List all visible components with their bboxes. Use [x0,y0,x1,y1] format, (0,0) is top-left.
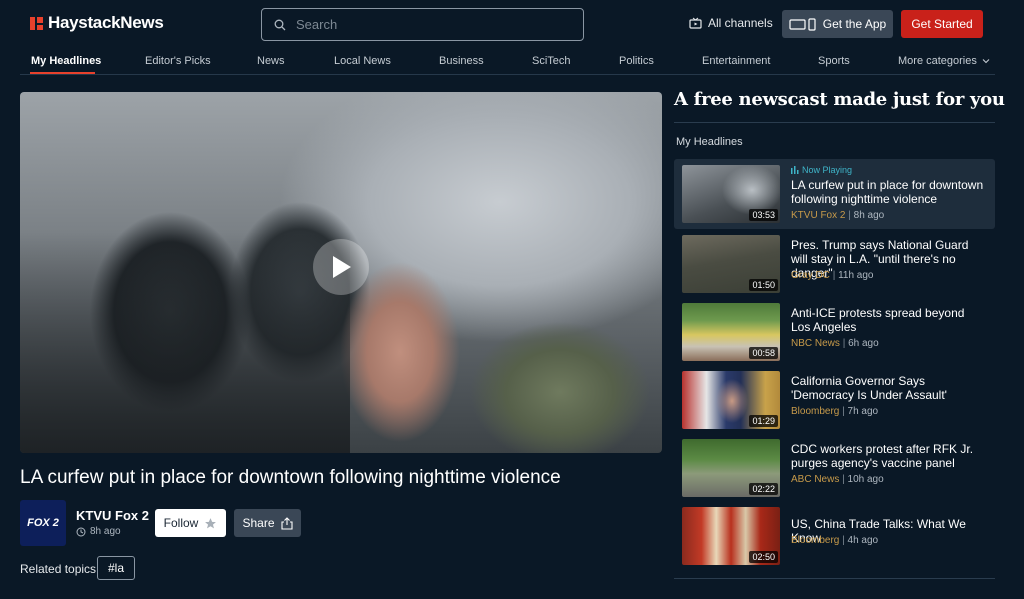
video-duration: 01:29 [749,415,778,427]
headline-title: California Governor Says 'Democracy Is U… [791,374,947,402]
headline-age: 11h ago [838,270,874,281]
all-channels-link[interactable]: All channels [689,16,773,30]
equalizer-icon [791,166,799,174]
nav-tab-sports[interactable]: Sports [818,55,850,67]
panel-divider [674,122,995,123]
video-age-text: 8h ago [90,526,121,537]
video-player[interactable] [20,92,662,453]
headline-age: 4h ago [847,535,879,546]
get-started-button[interactable]: Get Started [901,10,983,38]
search-icon [274,19,286,30]
all-channels-label: All channels [708,16,773,30]
headline-item[interactable]: 01:29 California Governor Says 'Democrac… [674,365,995,433]
video-duration: 01:50 [749,279,778,291]
follow-label: Follow [163,516,199,530]
headline-item[interactable]: 01:50 Pres. Trump says National Guard wi… [674,229,995,297]
channels-icon [689,17,702,29]
top-header: HaystackNews All channels Get the App Ge… [0,0,1024,48]
brand-name: HaystackNews [48,13,164,32]
headline-thumbnail: 00:58 [682,303,780,361]
headline-title: LA curfew put in place for downtown foll… [791,178,984,206]
headline-meta: NBC News | 6h ago [791,338,879,349]
video-duration: 03:53 [749,209,778,221]
headline-meta: Gray DC | 11h ago [791,270,874,281]
headline-source: ABC News [791,474,840,485]
get-started-label: Get Started [911,17,973,31]
headline-title: Anti-ICE protests spread beyond Los Ange… [791,306,965,334]
nav-tab-business[interactable]: Business [439,55,484,67]
nav-tab-local-news[interactable]: Local News [334,55,391,67]
headline-title: CDC workers protest after RFK Jr. purges… [791,442,974,470]
headline-source: Bloomberg [791,535,840,546]
nav-tab-scitech[interactable]: SciTech [532,55,571,67]
devices-icon [789,17,816,31]
active-tab-indicator [30,72,95,74]
panel-heading: A free newscast made just for you [674,89,1005,110]
now-playing-label: Now Playing [802,165,853,175]
share-button[interactable]: Share [234,509,301,537]
headline-source: NBC News [791,338,840,349]
search-box[interactable] [261,8,584,41]
headline-age: 10h ago [847,474,884,485]
headline-meta: ABC News | 10h ago [791,474,884,485]
nav-tab-politics[interactable]: Politics [619,55,654,67]
headline-meta: KTVU Fox 2 | 8h ago [791,210,885,221]
logo-mark-icon [30,16,43,30]
video-duration: 00:58 [749,347,778,359]
get-the-app-button[interactable]: Get the App [782,10,893,38]
headline-thumbnail: 02:50 [682,507,780,565]
headline-item[interactable]: 02:22 CDC workers protest after RFK Jr. … [674,433,995,501]
headline-source: KTVU Fox 2 [791,210,846,221]
headline-source: Gray DC [791,270,830,281]
headline-thumbnail: 02:22 [682,439,780,497]
headline-thumbnail: 03:53 [682,165,780,223]
video-duration: 02:50 [749,551,778,563]
headline-thumbnail: 01:50 [682,235,780,293]
category-nav: My Headlines Editor's Picks News Local N… [20,48,995,75]
nav-tab-entertainment[interactable]: Entertainment [702,55,770,67]
headline-meta: Bloomberg | 7h ago [791,406,879,417]
play-icon [333,256,351,278]
nav-tab-my-headlines[interactable]: My Headlines [31,55,101,67]
headline-age: 6h ago [848,338,879,349]
source-logo[interactable]: FOX 2 [20,500,66,546]
headline-age: 7h ago [847,406,879,417]
nav-tab-more-categories[interactable]: More categories [898,55,990,67]
source-name[interactable]: KTVU Fox 2 [76,508,149,523]
nav-tab-editors-picks[interactable]: Editor's Picks [145,55,211,67]
brand-logo[interactable]: HaystackNews [30,13,164,33]
video-age: 8h ago [76,526,121,537]
get-the-app-label: Get the App [822,17,887,31]
list-divider [674,578,995,579]
headline-source: Bloomberg [791,406,840,417]
play-button[interactable] [313,239,369,295]
now-playing-indicator: Now Playing [791,165,852,175]
search-input[interactable] [296,17,556,32]
video-frame-shade [20,232,350,453]
share-icon [280,516,293,530]
share-label: Share [242,516,275,530]
headline-age: 8h ago [853,210,885,221]
star-icon [205,517,217,528]
follow-button[interactable]: Follow [155,509,226,537]
more-categories-label: More categories [898,55,977,67]
headline-item[interactable]: 02:50 US, China Trade Talks: What We Kno… [674,501,995,569]
headline-item[interactable]: 00:58 Anti-ICE protests spread beyond Lo… [674,297,995,365]
headline-item[interactable]: 03:53 Now Playing LA curfew put in place… [674,159,995,229]
video-title: LA curfew put in place for downtown foll… [20,467,561,488]
topic-chip-la[interactable]: #la [97,556,135,580]
video-duration: 02:22 [749,483,778,495]
nav-tab-news[interactable]: News [257,55,285,67]
headline-meta: Bloomberg | 4h ago [791,535,879,546]
clock-icon [76,527,86,536]
chevron-down-icon [982,59,990,64]
headline-list: 03:53 Now Playing LA curfew put in place… [674,159,995,569]
related-topics-label: Related topics [20,562,97,576]
headline-thumbnail: 01:29 [682,371,780,429]
panel-subheading: My Headlines [676,136,743,148]
